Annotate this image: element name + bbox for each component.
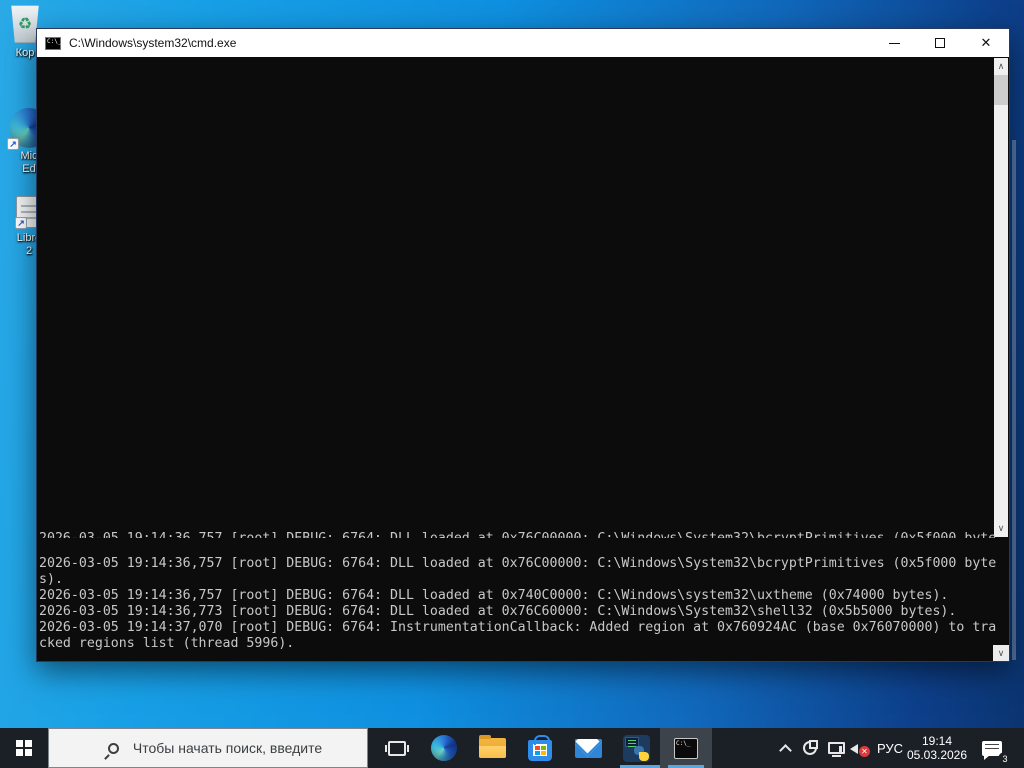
cmd-icon: C:\_ bbox=[45, 36, 61, 50]
tray-recording-button[interactable] bbox=[798, 728, 822, 768]
python-console-icon bbox=[622, 734, 650, 762]
log-line: 2026-03-05 19:14:36,757 [root] DEBUG: 67… bbox=[39, 556, 997, 571]
volume-muted-icon: ✕ bbox=[839, 740, 870, 757]
search-placeholder: Чтобы начать поиск, введите bbox=[132, 740, 323, 756]
clock-time: 19:14 bbox=[921, 734, 953, 748]
mail-icon bbox=[574, 738, 602, 758]
close-button[interactable]: ✕ bbox=[963, 29, 1009, 57]
clipped-log-text: 2026-03-05 19:14:36,757 [root] DEBUG: 67… bbox=[39, 532, 995, 538]
recording-circle-icon bbox=[803, 740, 818, 755]
console-log: 2026-03-05 19:14:36,757 [root] DEBUG: 67… bbox=[39, 556, 997, 652]
tray-expand-button[interactable] bbox=[774, 728, 796, 768]
window-titlebar[interactable]: C:\_ C:\Windows\system32\cmd.exe ✕ bbox=[37, 29, 1009, 57]
notification-badge: 3 bbox=[998, 752, 1012, 766]
scroll-up-icon[interactable]: ∧ bbox=[994, 58, 1008, 75]
clock[interactable]: 19:14 05.03.2026 bbox=[904, 728, 970, 768]
shortcut-arrow-icon: ↗ bbox=[15, 217, 27, 229]
window-title: C:\Windows\system32\cmd.exe bbox=[69, 36, 237, 50]
cmd-icon: C:\_ bbox=[674, 737, 698, 759]
scrollbar-thumb[interactable] bbox=[994, 75, 1008, 105]
taskbar-edge-button[interactable] bbox=[420, 728, 468, 768]
taskbar: Чтобы начать поиск, введите C:\_ ✕ РУС 1… bbox=[0, 728, 1024, 768]
taskbar-mail-button[interactable] bbox=[564, 728, 612, 768]
microsoft-store-icon bbox=[528, 734, 552, 761]
chevron-up-icon bbox=[780, 743, 790, 753]
taskbar-explorer-button[interactable] bbox=[468, 728, 516, 768]
task-view-button[interactable] bbox=[374, 728, 420, 768]
shortcut-arrow-icon: ↗ bbox=[7, 138, 19, 150]
minimize-button[interactable] bbox=[871, 29, 917, 57]
taskbar-search[interactable]: Чтобы начать поиск, введите bbox=[48, 728, 368, 768]
mute-badge: ✕ bbox=[859, 746, 870, 757]
search-icon bbox=[107, 742, 119, 754]
wallpaper-light-beam bbox=[1012, 140, 1016, 660]
log-line: cked regions list (thread 5996). bbox=[39, 636, 295, 651]
start-button[interactable] bbox=[0, 728, 48, 768]
edge-icon bbox=[431, 735, 457, 761]
screen: ♻ Кор ↗ Mic Ed ↗ Libre 2 C:\_ C:\Windows… bbox=[0, 0, 1024, 768]
language-indicator[interactable]: РУС bbox=[872, 728, 908, 768]
task-view-icon bbox=[385, 740, 409, 756]
action-center-button[interactable]: 3 bbox=[974, 728, 1012, 768]
tray-network-button[interactable] bbox=[824, 728, 848, 768]
cmd-window: C:\_ C:\Windows\system32\cmd.exe ✕ ∧ ∨ 2… bbox=[36, 28, 1010, 662]
maximize-button[interactable] bbox=[917, 29, 963, 57]
file-explorer-icon bbox=[478, 735, 506, 758]
log-line: 2026-03-05 19:14:37,070 [root] DEBUG: 67… bbox=[39, 620, 997, 635]
log-line: 2026-03-05 19:14:36,773 [root] DEBUG: 67… bbox=[39, 604, 957, 619]
tray-volume-button[interactable]: ✕ bbox=[839, 728, 872, 768]
log-line: s). bbox=[39, 572, 63, 587]
windows-logo-icon bbox=[16, 740, 32, 756]
log-line: 2026-03-05 19:14:36,757 [root] DEBUG: 67… bbox=[39, 588, 949, 603]
taskbar-python-button[interactable] bbox=[612, 728, 660, 768]
scroll-down-icon[interactable]: ∨ bbox=[994, 520, 1008, 537]
clock-date: 05.03.2026 bbox=[906, 748, 968, 762]
scroll-down-icon-bottom[interactable]: ∨ bbox=[993, 645, 1009, 661]
console-scrollbar[interactable]: ∧ ∨ bbox=[994, 58, 1008, 537]
taskbar-store-button[interactable] bbox=[516, 728, 564, 768]
taskbar-cmd-button[interactable]: C:\_ bbox=[660, 728, 712, 768]
clipped-log-line: 2026-03-05 19:14:36,757 [root] DEBUG: 67… bbox=[39, 532, 995, 538]
language-label: РУС bbox=[876, 740, 904, 756]
recycle-glyph: ♻ bbox=[17, 16, 33, 33]
